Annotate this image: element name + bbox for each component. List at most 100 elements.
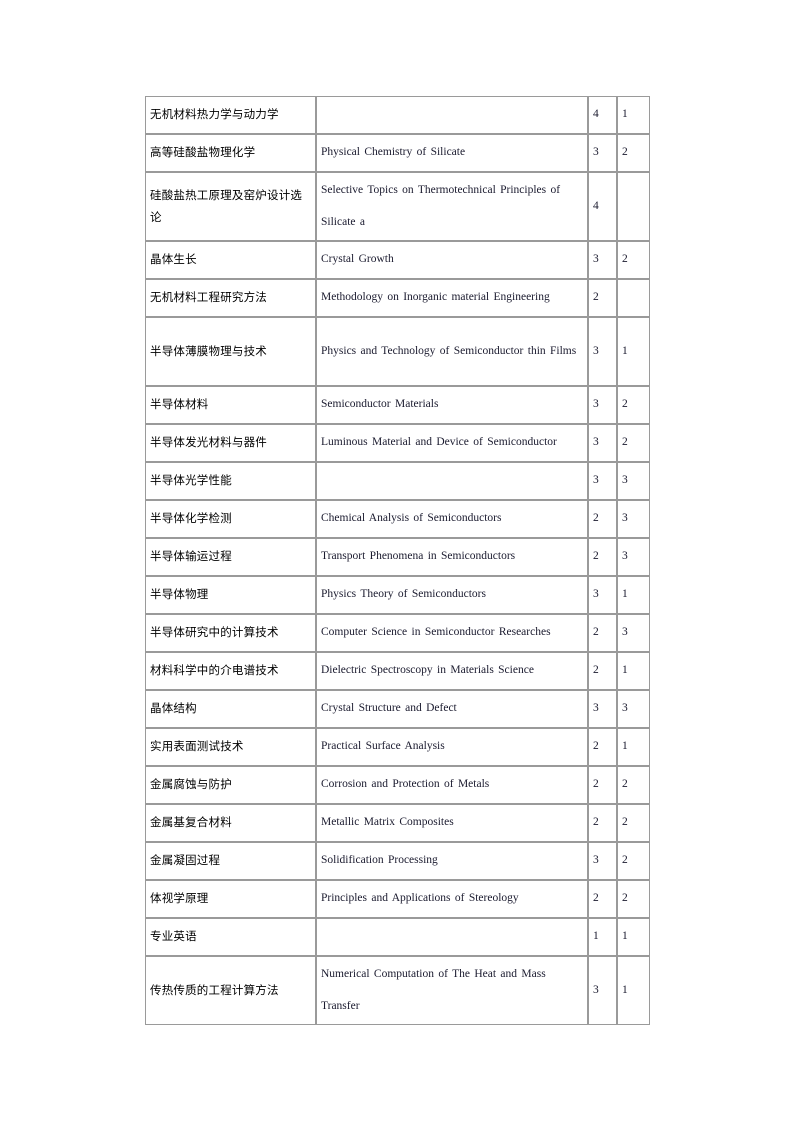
table-row: 材料科学中的介电谱技术 Dielectric Spectroscopy in Ma… (145, 652, 650, 690)
table-row: 金属凝固过程 Solidification Processing 3 2 (145, 842, 650, 880)
course-name-cn-cell: 硅酸盐热工原理及窑炉设计选论 (145, 172, 316, 241)
credits-cell: 2 (588, 500, 617, 538)
course-name-cn-cell: 晶体生长 (145, 241, 316, 279)
table-row: 无机材料热力学与动力学 4 1 (145, 96, 650, 134)
term-cell: 2 (617, 766, 650, 804)
term-cell (617, 172, 650, 241)
course-name-en-cell (316, 462, 588, 500)
credits-cell: 2 (588, 804, 617, 842)
credits-cell: 3 (588, 462, 617, 500)
table-row: 晶体结构 Crystal Structure and Defect 3 3 (145, 690, 650, 728)
term-cell: 2 (617, 880, 650, 918)
course-name-en-cell: Corrosion and Protection of Metals (316, 766, 588, 804)
term-cell: 2 (617, 386, 650, 424)
course-name-en-cell: Luminous Material and Device of Semicond… (316, 424, 588, 462)
course-name-cn-cell: 半导体物理 (145, 576, 316, 614)
course-name-cn-cell: 半导体研究中的计算技术 (145, 614, 316, 652)
table-row: 实用表面测试技术 Practical Surface Analysis 2 1 (145, 728, 650, 766)
course-name-en-cell (316, 96, 588, 134)
term-cell: 3 (617, 614, 650, 652)
course-name-en-cell: Chemical Analysis of Semiconductors (316, 500, 588, 538)
credits-cell: 3 (588, 424, 617, 462)
credits-cell: 2 (588, 766, 617, 804)
credits-cell: 3 (588, 317, 617, 386)
course-name-cn-cell: 传热传质的工程计算方法 (145, 956, 316, 1025)
term-cell: 2 (617, 424, 650, 462)
term-cell: 1 (617, 317, 650, 386)
table-row: 半导体化学检测 Chemical Analysis of Semiconducto… (145, 500, 650, 538)
term-cell: 2 (617, 804, 650, 842)
course-name-cn-cell: 高等硅酸盐物理化学 (145, 134, 316, 172)
course-name-en-cell: Metallic Matrix Composites (316, 804, 588, 842)
term-cell: 1 (617, 576, 650, 614)
course-name-cn-cell: 半导体发光材料与器件 (145, 424, 316, 462)
credits-cell: 3 (588, 690, 617, 728)
term-cell: 3 (617, 462, 650, 500)
table-row: 半导体薄膜物理与技术 Physics and Technology of Semi… (145, 317, 650, 386)
table-row: 高等硅酸盐物理化学 Physical Chemistry of Silicate 3… (145, 134, 650, 172)
term-cell: 1 (617, 918, 650, 956)
credits-cell: 3 (588, 241, 617, 279)
term-cell: 3 (617, 500, 650, 538)
course-name-en-cell: Practical Surface Analysis (316, 728, 588, 766)
course-name-en-cell (316, 918, 588, 956)
course-name-cn-cell: 半导体薄膜物理与技术 (145, 317, 316, 386)
table-row: 硅酸盐热工原理及窑炉设计选论 Selective Topics on Thermo… (145, 172, 650, 241)
course-name-cn-cell: 晶体结构 (145, 690, 316, 728)
credits-cell: 3 (588, 576, 617, 614)
course-table: 无机材料热力学与动力学 4 1 高等硅酸盐物理化学 Physical Chemistry… (145, 96, 650, 1025)
course-name-cn-cell: 实用表面测试技术 (145, 728, 316, 766)
table-row: 专业英语 1 1 (145, 918, 650, 956)
document-page: 无机材料热力学与动力学 4 1 高等硅酸盐物理化学 Physical Chemistry… (0, 0, 794, 1123)
table-row: 半导体光学性能 3 3 (145, 462, 650, 500)
credits-cell: 4 (588, 172, 617, 241)
course-name-en-cell: Physics and Technology of Semiconductor … (316, 317, 588, 386)
credits-cell: 2 (588, 279, 617, 317)
term-cell: 2 (617, 842, 650, 880)
table-row: 晶体生长 Crystal Growth 3 2 (145, 241, 650, 279)
course-name-en-cell: Physical Chemistry of Silicate (316, 134, 588, 172)
table-row: 半导体发光材料与器件 Luminous Material and Device o… (145, 424, 650, 462)
table-row: 半导体输运过程 Transport Phenomena in Semiconduc… (145, 538, 650, 576)
course-name-cn-cell: 无机材料热力学与动力学 (145, 96, 316, 134)
table-row: 体视学原理 Principles and Applications of Ster… (145, 880, 650, 918)
course-name-cn-cell: 金属腐蚀与防护 (145, 766, 316, 804)
term-cell: 1 (617, 652, 650, 690)
course-name-cn-cell: 专业英语 (145, 918, 316, 956)
term-cell: 3 (617, 538, 650, 576)
credits-cell: 3 (588, 956, 617, 1025)
credits-cell: 2 (588, 880, 617, 918)
table-row: 金属基复合材料 Metallic Matrix Composites 2 2 (145, 804, 650, 842)
table-row: 半导体研究中的计算技术 Computer Science in Semicondu… (145, 614, 650, 652)
course-name-en-cell: Crystal Structure and Defect (316, 690, 588, 728)
table-row: 传热传质的工程计算方法 Numerical Computation of The … (145, 956, 650, 1025)
credits-cell: 1 (588, 918, 617, 956)
course-name-en-cell: Dielectric Spectroscopy in Materials Sci… (316, 652, 588, 690)
credits-cell: 2 (588, 652, 617, 690)
credits-cell: 2 (588, 614, 617, 652)
credits-cell: 3 (588, 842, 617, 880)
course-name-en-cell: Selective Topics on Thermotechnical Prin… (316, 172, 588, 241)
course-name-cn-cell: 体视学原理 (145, 880, 316, 918)
credits-cell: 3 (588, 386, 617, 424)
credits-cell: 3 (588, 134, 617, 172)
table-row: 无机材料工程研究方法 Methodology on Inorganic mater… (145, 279, 650, 317)
course-name-cn-cell: 材料科学中的介电谱技术 (145, 652, 316, 690)
course-name-cn-cell: 无机材料工程研究方法 (145, 279, 316, 317)
credits-cell: 2 (588, 538, 617, 576)
course-name-en-cell: Physics Theory of Semiconductors (316, 576, 588, 614)
table-row: 半导体材料 Semiconductor Materials 3 2 (145, 386, 650, 424)
course-name-en-cell: Computer Science in Semiconductor Resear… (316, 614, 588, 652)
table-row: 半导体物理 Physics Theory of Semiconductors 3 1 (145, 576, 650, 614)
term-cell: 3 (617, 690, 650, 728)
course-table-container: 无机材料热力学与动力学 4 1 高等硅酸盐物理化学 Physical Chemistry… (145, 96, 650, 1025)
credits-cell: 2 (588, 728, 617, 766)
term-cell: 2 (617, 134, 650, 172)
course-name-en-cell: Semiconductor Materials (316, 386, 588, 424)
course-name-cn-cell: 半导体材料 (145, 386, 316, 424)
term-cell (617, 279, 650, 317)
term-cell: 1 (617, 728, 650, 766)
course-name-cn-cell: 金属基复合材料 (145, 804, 316, 842)
credits-cell: 4 (588, 96, 617, 134)
course-name-en-cell: Transport Phenomena in Semiconductors (316, 538, 588, 576)
